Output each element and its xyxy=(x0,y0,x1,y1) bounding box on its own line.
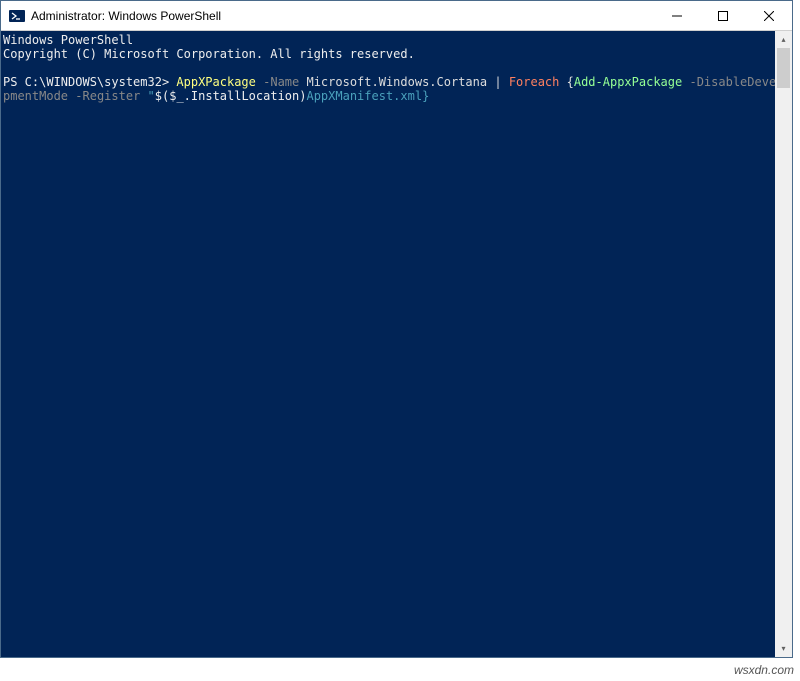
powershell-icon xyxy=(9,8,25,24)
window-title: Administrator: Windows PowerShell xyxy=(31,9,654,23)
keyword-foreach: Foreach xyxy=(509,75,560,89)
cmdlet-addappx: Add-AppxPackage xyxy=(574,75,682,89)
maximize-button[interactable] xyxy=(700,1,746,30)
close-button[interactable] xyxy=(746,1,792,30)
minimize-button[interactable] xyxy=(654,1,700,30)
brace-open: { xyxy=(567,75,574,89)
titlebar[interactable]: Administrator: Windows PowerShell xyxy=(1,1,792,31)
param-register: -Register xyxy=(75,89,140,103)
cmdlet-appxpackage: AppXPackage xyxy=(176,75,255,89)
string-rest: AppXManifest.xml} xyxy=(306,89,429,103)
param-name: -Name xyxy=(263,75,299,89)
header-line-2: Copyright (C) Microsoft Corporation. All… xyxy=(3,47,415,61)
window-controls xyxy=(654,1,792,30)
vertical-scrollbar[interactable]: ▴ ▾ xyxy=(775,31,792,657)
powershell-window: Administrator: Windows PowerShell Window… xyxy=(0,0,793,658)
pipe: | xyxy=(494,75,501,89)
header-line-1: Windows PowerShell xyxy=(3,33,133,47)
scroll-down-arrow[interactable]: ▾ xyxy=(775,640,792,657)
minimize-icon xyxy=(672,11,682,21)
scroll-up-arrow[interactable]: ▴ xyxy=(775,31,792,48)
subexpression: $($_.InstallLocation) xyxy=(155,89,307,103)
close-icon xyxy=(764,11,774,21)
maximize-icon xyxy=(718,11,728,21)
prompt: PS C:\WINDOWS\system32> xyxy=(3,75,169,89)
scroll-track[interactable] xyxy=(775,48,792,640)
string-quote: " xyxy=(148,89,155,103)
scroll-thumb[interactable] xyxy=(777,48,790,88)
watermark: wsxdn.com xyxy=(734,663,794,677)
console-output[interactable]: Windows PowerShell Copyright (C) Microso… xyxy=(1,31,792,657)
arg-cortana: Microsoft.Windows.Cortana xyxy=(306,75,487,89)
